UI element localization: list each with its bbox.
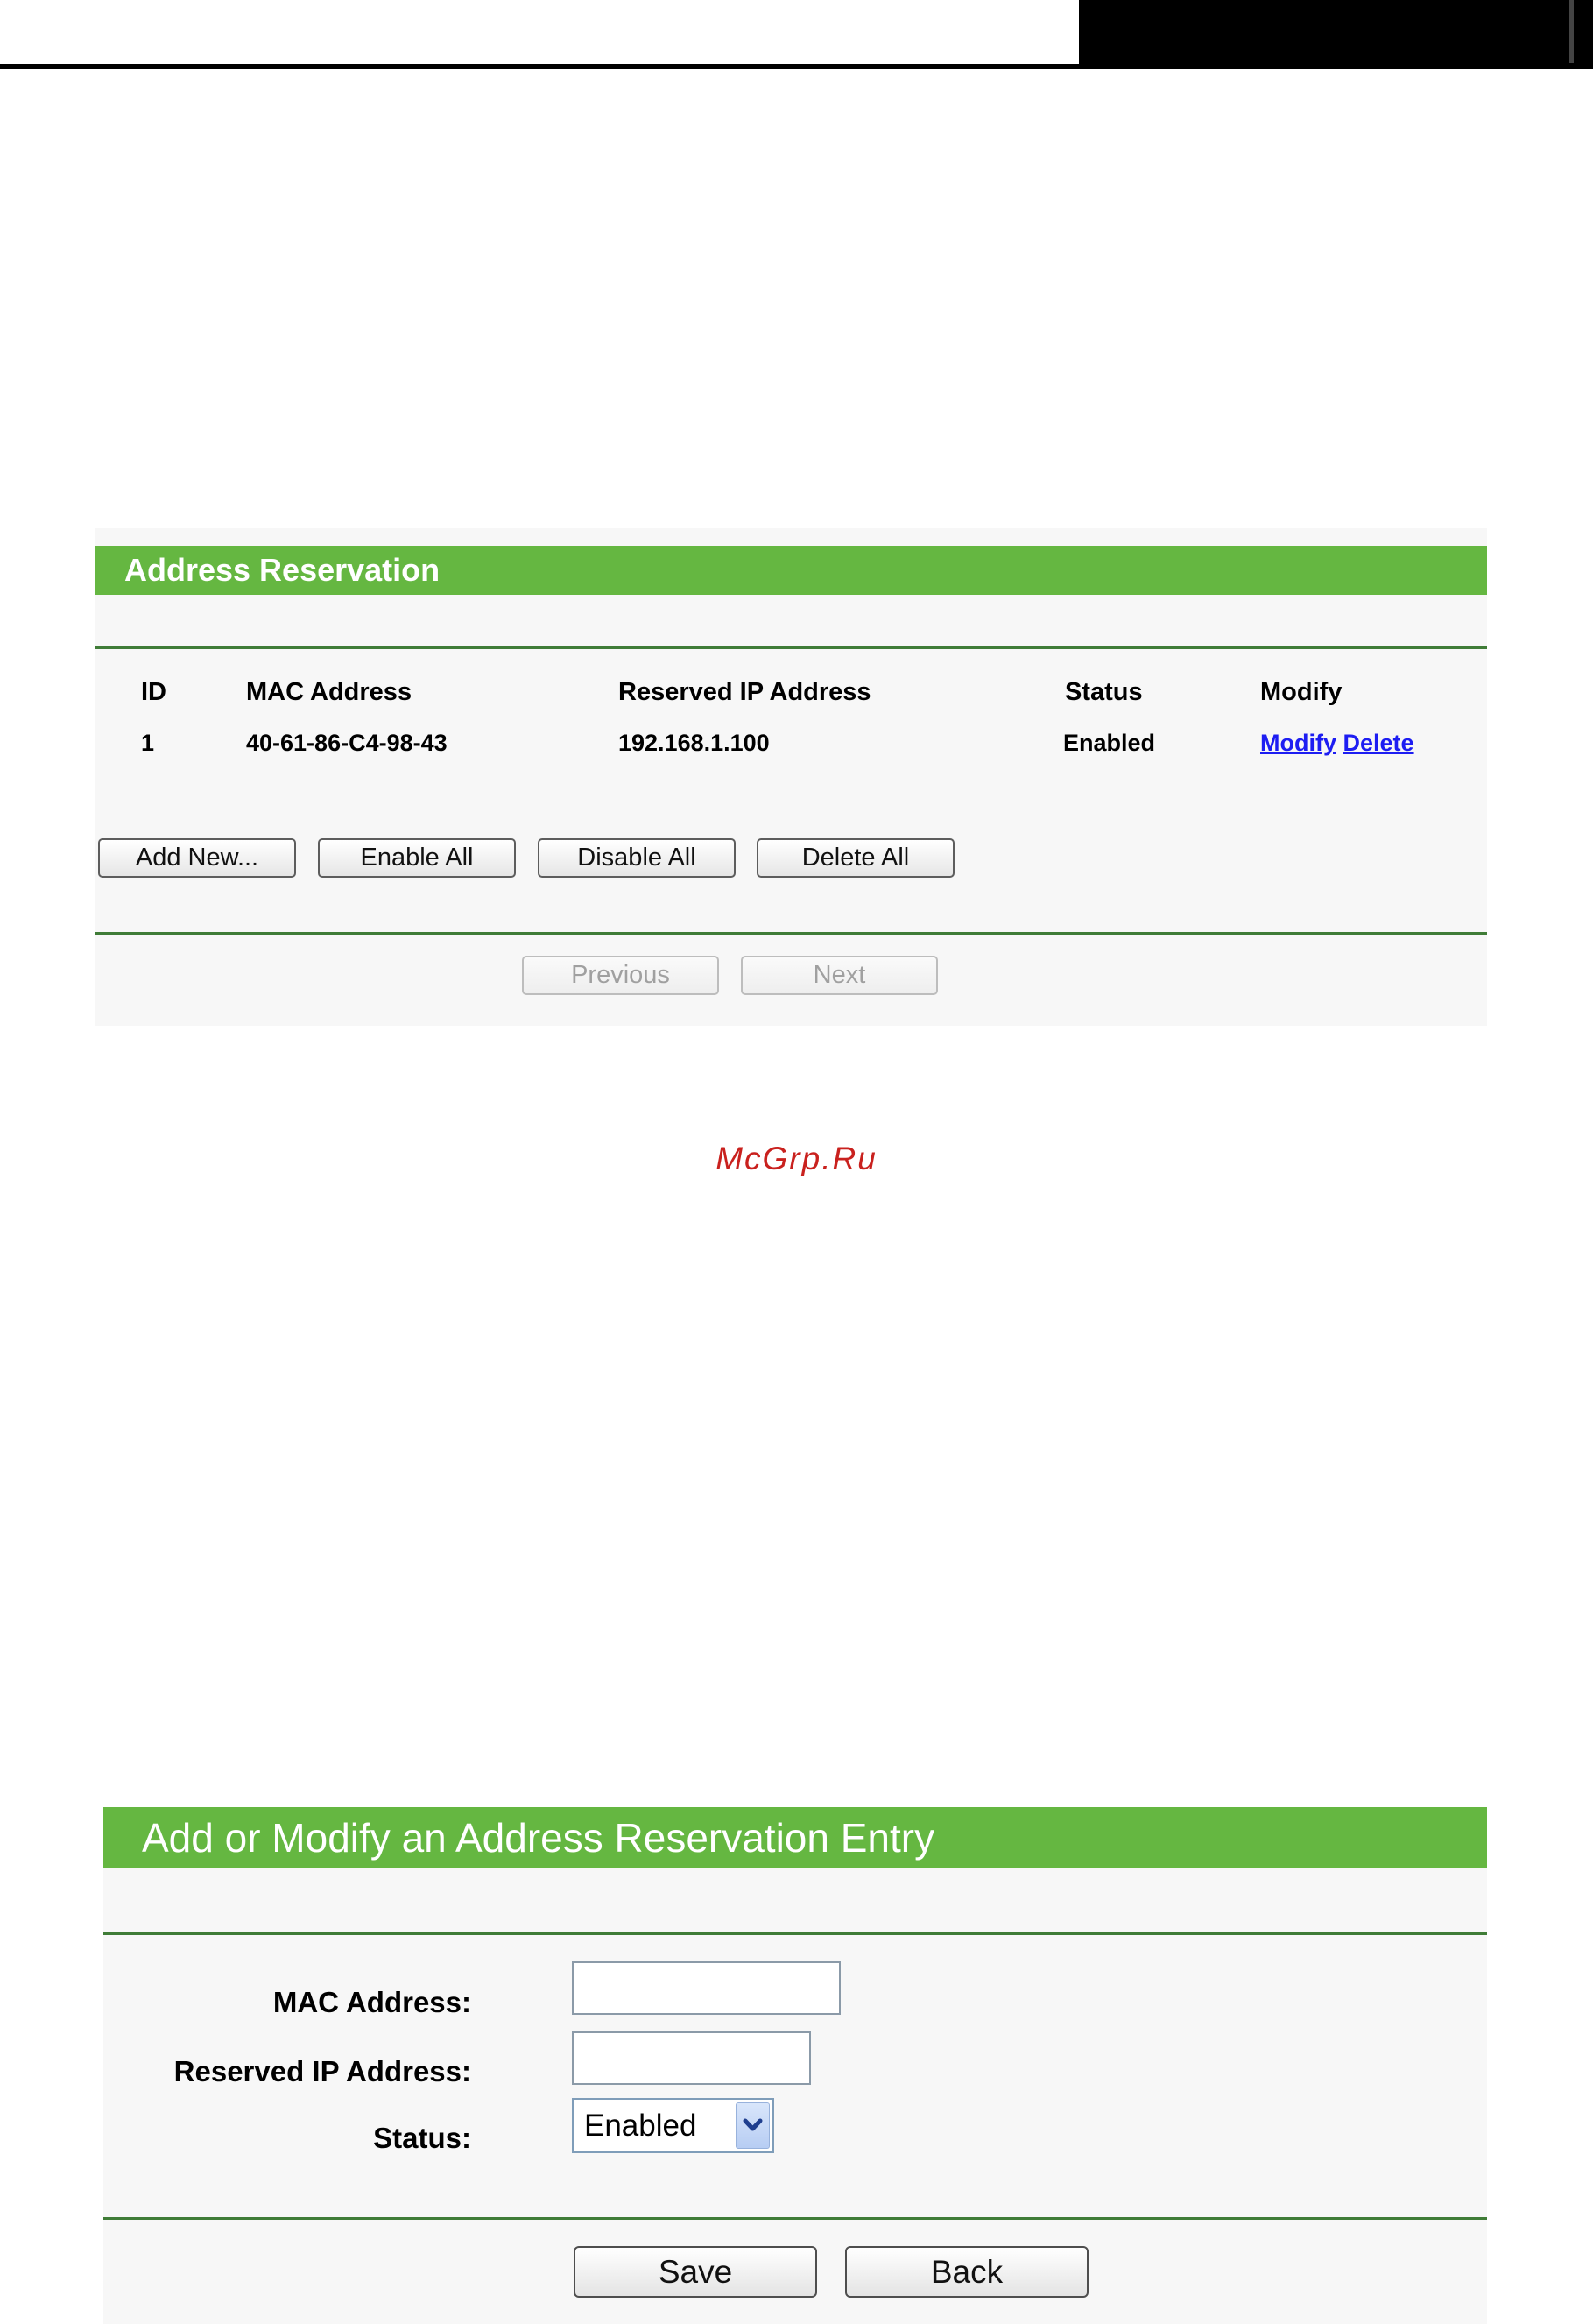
watermark: McGrp.Ru <box>715 1141 878 1176</box>
next-button[interactable]: Next <box>741 956 938 995</box>
mac-address-input[interactable] <box>572 1961 841 2015</box>
enable-all-button[interactable]: Enable All <box>318 838 516 878</box>
divider <box>95 646 1487 649</box>
row-mac: 40-61-86-C4-98-43 <box>246 730 448 756</box>
divider <box>103 1932 1487 1935</box>
row-ip: 192.168.1.100 <box>618 730 770 756</box>
divider <box>95 932 1487 935</box>
panel-title: Add or Modify an Address Reservation Ent… <box>142 1815 935 1861</box>
reserved-ip-input[interactable] <box>572 2031 811 2085</box>
save-button[interactable]: Save <box>574 2246 817 2298</box>
column-header-ip: Reserved IP Address <box>618 678 871 706</box>
column-header-modify: Modify <box>1260 678 1343 706</box>
header-block <box>1079 0 1593 69</box>
add-new-button[interactable]: Add New... <box>98 838 296 878</box>
row-id: 1 <box>141 730 155 756</box>
column-header-id: ID <box>141 678 166 706</box>
row-status: Enabled <box>1063 730 1156 756</box>
panel-title: Address Reservation <box>124 552 441 588</box>
panel-header: Add or Modify an Address Reservation Ent… <box>103 1807 1487 1868</box>
previous-button[interactable]: Previous <box>522 956 719 995</box>
disable-all-button[interactable]: Disable All <box>538 838 736 878</box>
address-reservation-panel: Address Reservation ID MAC Address Reser… <box>95 528 1487 1026</box>
mac-address-label: MAC Address: <box>272 1986 471 2018</box>
delete-all-button[interactable]: Delete All <box>757 838 955 878</box>
delete-link[interactable]: Delete <box>1343 730 1414 756</box>
status-select[interactable]: Enabled <box>572 2098 774 2153</box>
column-header-status: Status <box>1065 678 1143 706</box>
column-header-mac: MAC Address <box>246 678 412 706</box>
back-button[interactable]: Back <box>845 2246 1089 2298</box>
status-select-value: Enabled <box>584 2109 697 2143</box>
header-mark <box>1569 0 1574 63</box>
status-label: Status: <box>373 2122 471 2154</box>
reserved-ip-label: Reserved IP Address: <box>173 2055 471 2087</box>
divider <box>103 2217 1487 2220</box>
modify-link[interactable]: Modify <box>1260 730 1336 756</box>
top-rule <box>0 64 1079 69</box>
panel-header: Address Reservation <box>95 546 1487 595</box>
entry-form-panel: Add or Modify an Address Reservation Ent… <box>103 1807 1487 2324</box>
chevron-down-icon[interactable] <box>736 2102 770 2149</box>
